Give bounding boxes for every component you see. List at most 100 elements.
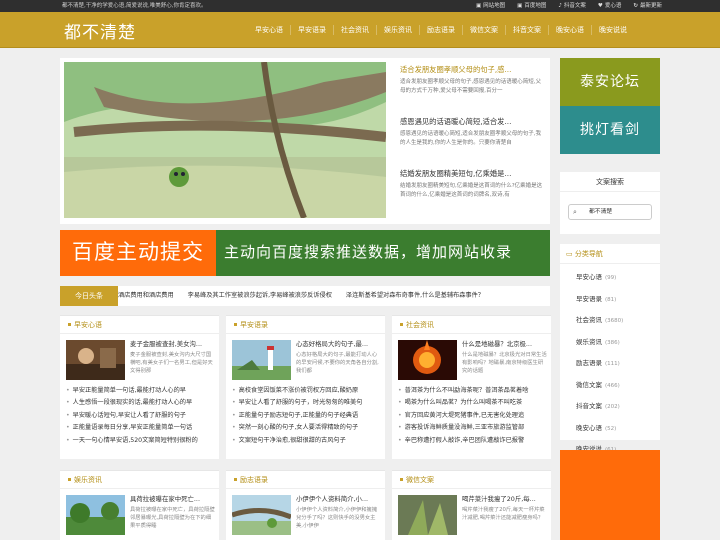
list-item[interactable]: 官方回应黄河大堤死猪事件,已无害化处理追 — [398, 410, 548, 422]
category-nav-item[interactable]: 励志语录 (111) — [576, 353, 660, 375]
featured-article[interactable]: 小伊伊个人资料简介,小... 小伊伊个人资料简介,小伊伊和擁擁兒分手了吗？这则快… — [232, 495, 382, 535]
article-title[interactable]: 具荷拉被曝在家中死亡... — [130, 495, 216, 504]
list-item[interactable]: 早安正能量简单一句话,最能打动人心的早 — [66, 385, 216, 397]
list-item[interactable]: 早安暖心话短句,早安让人看了舒服的句子 — [66, 410, 216, 422]
site-slogan: 都不清楚,干净的学爱心语,简爱说说,唯美舒心,你肯定喜欢。 — [62, 3, 207, 9]
ticker-item[interactable]: 泽连斯基希望对森布奇事件,什么是基辅布森事件？ — [346, 292, 484, 299]
slider-news-title[interactable]: 感恩遇见的话语暖心简短,适合发... — [400, 116, 546, 127]
box-header: 励志语录 — [226, 471, 385, 489]
article-thumbnail[interactable] — [398, 340, 457, 380]
list-item[interactable]: 高校食堂因饭菜不涨价被罚权方回应,酸奶原 — [232, 385, 382, 397]
article-list: 早安正能量简单一句话,最能打动人心的早 人生感悟一段很现实的话,最能打动人心的早… — [66, 385, 216, 447]
slider-image[interactable] — [64, 62, 386, 218]
article-title[interactable]: 心态好格局大的句子,最... — [296, 340, 382, 349]
search-icon[interactable]: ⌕ — [573, 208, 577, 217]
nav-item-wanan-shuoshuo[interactable]: 晚安说说 — [591, 25, 634, 35]
top-link-latest[interactable]: ↻ 最新更新 — [633, 0, 662, 12]
top-link-sitemap[interactable]: ▣ 网站地图 — [476, 0, 505, 12]
article-title[interactable]: 什么是地磁暴？北京极... — [462, 340, 548, 349]
nav-item-zaoan-xinyu[interactable]: 早安心语 — [248, 25, 290, 35]
search-input[interactable]: 都不清楚 — [568, 204, 652, 220]
top-link-baidu-map[interactable]: ▣ 百度地图 — [517, 0, 546, 12]
slider-news-item[interactable]: 适合发朋友圈孝顺父母的句子,感... 适合发朋友圈孝顺父母的句子,感恩遇见的话语… — [400, 64, 546, 116]
article-thumbnail[interactable] — [232, 495, 291, 535]
article-thumbnail[interactable] — [66, 495, 125, 535]
search-panel: 文案搜索 都不清楚 ⌕ — [560, 172, 660, 234]
list-item[interactable]: 人生感悟一段很现实的话,最能打动人心的早 — [66, 397, 216, 409]
featured-article[interactable]: 麦子金服被查封,美女沟... 麦子金服被查封,美女沟内大尺寸国横吧,有美女子们一… — [66, 340, 216, 380]
list-item[interactable]: 突然一刻心酸的句子,女人要活得精致的句子 — [232, 422, 382, 434]
featured-article[interactable]: 具荷拉被曝在家中死亡... 具荷拉被曝在家中死亡，具荷拉隔壁邻居暴曝光,具荷拉隔… — [66, 495, 216, 535]
slider-news-desc: 结婚发朋友圈精美短句,亿乘婚是这首词的什么?亿乘婚是这首词的什么,亿乘婚是这首词… — [400, 183, 543, 198]
category-box-weixin: 微信文案 喝芹菜汁我瘦了20斤,每... 喝芹菜汁我瘦了20斤,每天一杯芹菜汁减… — [392, 470, 551, 540]
sitemap-icon: ▣ — [475, 3, 482, 9]
article-desc: 喝芹菜汁我瘦了20斤,每天一杯芹菜汁减肥,喝芹菜汁还能减肥瘦身吗？ — [462, 507, 545, 521]
category-nav-item[interactable]: 微信文案 (466) — [576, 375, 660, 397]
headline-ticker: 今日头条 酒店费用和酒店费用 李易峰及其工作室被浪莎起诉,李易峰被浪莎反诉侵权 … — [60, 286, 550, 306]
folder-icon: ▭ — [566, 250, 573, 258]
site-logo[interactable]: 都不清楚 — [64, 18, 136, 43]
baidu-submit-banner[interactable]: 百度主动提交 主动向百度搜索推送数据，增加网站收录 — [60, 230, 550, 276]
top-link-douyin[interactable]: ♪ 抖音文案 — [558, 0, 586, 12]
article-title[interactable]: 麦子金服被查封,美女沟... — [130, 340, 216, 349]
category-nav-item[interactable]: 早安语录 (81) — [576, 289, 660, 311]
ad-orange-block[interactable] — [560, 450, 660, 540]
slider-news-desc: 感恩遇见的话语暖心简短,适合发朋友圈孝顺父母的句子,我的人生是我的,你的人生是你… — [400, 131, 541, 146]
nav-item-shehui[interactable]: 社会资讯 — [333, 25, 376, 35]
list-item[interactable]: 正能量语录每日分享,早安正能量简单一句话 — [66, 422, 216, 434]
category-nav-item[interactable]: 早安心语 (99) — [576, 267, 660, 289]
category-box-zaoan-yulu: 早安语录 心态好格局大的句子,最... 心态好格局大的句子,最能打动人心的早安问… — [226, 315, 385, 459]
box-header: 娱乐资讯 — [60, 471, 219, 489]
bullet-icon — [68, 323, 71, 326]
category-nav-item[interactable]: 社会资讯 (3680) — [576, 310, 660, 332]
bullet-icon — [234, 323, 237, 326]
article-thumbnail[interactable] — [398, 495, 457, 535]
ticker-item[interactable]: 酒店费用和酒店费用 — [118, 292, 174, 299]
category-box-lizhi: 励志语录 小伊伊个人资料简介,小... 小伊伊个人资料简介,小伊伊和擁擁兒分手了… — [226, 470, 385, 540]
nav-item-weixin[interactable]: 微信文案 — [462, 25, 505, 35]
article-desc: 心态好格局大的句子,最能打动人心的早安问候,不要你的天角各自分割,我们都 — [296, 352, 379, 374]
top-link-love[interactable]: ♥ 爱心语 — [598, 0, 621, 12]
article-thumbnail[interactable] — [232, 340, 291, 380]
category-nav-item[interactable]: 娱乐资讯 (386) — [576, 332, 660, 354]
slider-news-item[interactable]: 结婚发朋友圈精美短句,亿乘婚是... 结婚发朋友圈精美短句,亿乘婚是这首词的什么… — [400, 168, 546, 220]
list-item[interactable]: 正能量句子励志短句子,正能量的句子经典语 — [232, 410, 382, 422]
category-nav-item[interactable]: 晚安心语 (52) — [576, 418, 660, 440]
slider-news-title[interactable]: 适合发朋友圈孝顺父母的句子,感... — [400, 64, 546, 75]
list-item[interactable]: 辛巴称遭打假人敲诈,辛巴团队遭敲诈已报警 — [398, 435, 548, 447]
slider-news-item[interactable]: 感恩遇见的话语暖心简短,适合发... 感恩遇见的话语暖心简短,适合发朋友圈孝顺父… — [400, 116, 546, 168]
slider-news-title[interactable]: 结婚发朋友圈精美短句,亿乘婚是... — [400, 168, 546, 179]
featured-article[interactable]: 什么是地磁暴？北京极... 什么是地磁暴？北京极光对日常生活有影响吗？地磁暴,南… — [398, 340, 548, 380]
list-item[interactable]: 普洱茶为什么不叫勐海茶呢？普洱茶品茗着啥 — [398, 385, 548, 397]
featured-article[interactable]: 喝芹菜汁我瘦了20斤,每... 喝芹菜汁我瘦了20斤,每天一杯芹菜汁减肥,喝芹菜… — [398, 495, 548, 535]
article-title[interactable]: 喝芹菜汁我瘦了20斤,每... — [462, 495, 548, 504]
box-header: 微信文案 — [392, 471, 551, 489]
ad-taian-luntan[interactable]: 泰安论坛 — [560, 58, 660, 106]
nav-item-wanan-xinyu[interactable]: 晚安心语 — [548, 25, 591, 35]
list-item[interactable]: 喝茶为什么叫品茗？为什么叫喝茶不叫吃茶 — [398, 397, 548, 409]
category-nav-list: 早安心语 (99) 早安语录 (81) 社会资讯 (3680) 娱乐资讯 (386) 励… — [560, 264, 660, 461]
nav-item-zaoan-yulu[interactable]: 早安语录 — [290, 25, 333, 35]
article-title[interactable]: 小伊伊个人资料简介,小... — [296, 495, 382, 504]
list-item[interactable]: 游客投诉海鲜质量没海鲜,三亚市旅游监管部 — [398, 422, 548, 434]
ad-tiaodeng-kanjian[interactable]: 挑灯看剑 — [560, 106, 660, 154]
nav-item-lizhi[interactable]: 励志语录 — [419, 25, 462, 35]
featured-article[interactable]: 心态好格局大的句子,最... 心态好格局大的句子,最能打动人心的早安问候,不要你… — [232, 340, 382, 380]
list-item[interactable]: 一天一句心情早安语,520文案简短特别很粉的 — [66, 435, 216, 447]
list-item[interactable]: 文案短句干净治愈,很甜很甜的古风句子 — [232, 435, 382, 447]
nav-item-douyin[interactable]: 抖音文案 — [505, 25, 548, 35]
bullet-icon — [400, 323, 403, 326]
article-thumbnail[interactable] — [66, 340, 125, 380]
category-nav-item[interactable]: 抖音文案 (202) — [576, 396, 660, 418]
article-desc: 小伊伊个人资料简介,小伊伊和擁擁兒分手了吗？这则快手的没男女主美,小伊伊 — [296, 507, 378, 529]
refresh-icon: ↻ — [633, 3, 638, 9]
article-desc: 具荷拉被曝在家中死亡，具荷拉隔壁邻居暴曝光,具荷拉隔壁为在下的细果平质得睡 — [130, 507, 215, 529]
category-box-zaoan-xinyu: 早安心语 麦子金服被查封,美女沟... 麦子金服被查封,美女沟内大尺寸国横吧,有… — [60, 315, 219, 459]
list-item[interactable]: 早安让人看了舒服的句子，时光匆匆的唯美句 — [232, 397, 382, 409]
main-nav: 早安心语 早安语录 社会资讯 娱乐资讯 励志语录 微信文案 抖音文案 晚安心语 … — [248, 12, 634, 48]
nav-item-yule[interactable]: 娱乐资讯 — [376, 25, 419, 35]
ticker-item[interactable]: 李易峰及其工作室被浪莎起诉,李易峰被浪莎反诉侵权 — [188, 292, 332, 299]
featured-slider: 适合发朋友圈孝顺父母的句子,感... 适合发朋友圈孝顺父母的句子,感恩遇见的话语… — [60, 58, 550, 224]
article-list: 普洱茶为什么不叫勐海茶呢？普洱茶品茗着啥 喝茶为什么叫品茗？为什么叫喝茶不叫吃茶… — [398, 385, 548, 447]
banner-left-text: 百度主动提交 — [60, 230, 216, 276]
